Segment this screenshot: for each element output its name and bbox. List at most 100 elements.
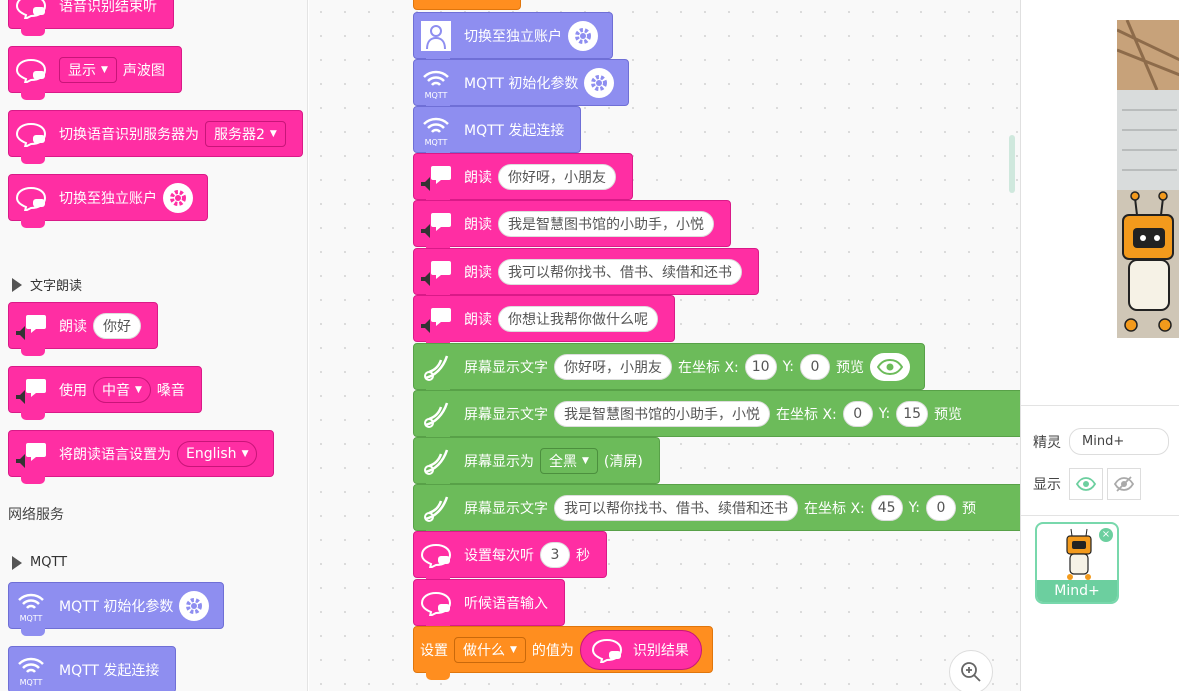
seconds-input[interactable]: 3 (540, 541, 570, 568)
block-label: 屏幕显示为 (464, 453, 534, 470)
block-label: 屏幕显示文字 (464, 359, 548, 376)
server-dropdown[interactable]: 服务器2 ▼ (205, 120, 286, 147)
block-set-variable[interactable]: 设置 做什么 ▼ 的值为 识别结果 (413, 626, 713, 680)
gear-icon[interactable] (163, 182, 193, 213)
category-tts[interactable]: 文字朗读 (12, 275, 82, 294)
block-label: MQTT 初始化参数 (464, 75, 579, 92)
preview-label: 预览 (836, 359, 865, 376)
block-label: 切换至独立账户 (464, 28, 562, 45)
palette-block-read[interactable]: 朗读 你好 (8, 302, 158, 356)
block-label: 切换语音识别服务器为 (59, 126, 199, 143)
eye-off-icon (1114, 476, 1134, 492)
gear-icon[interactable] (584, 67, 615, 98)
code-workspace[interactable]: 切换至独立账户 MQTT MQTT 初始化参数 MQTT MQTT 发起连接 朗… (309, 0, 1020, 691)
block-label: 识别结果 (632, 642, 689, 659)
y-input[interactable]: 0 (926, 494, 957, 521)
block-read-2[interactable]: 朗读 我是智慧图书馆的小助手，小悦 (413, 200, 731, 254)
block-screen-fill[interactable]: 屏幕显示为 全黑 ▼ (清屏) (413, 437, 660, 491)
chevron-down-icon: ▼ (269, 128, 277, 139)
block-label: 的值为 (531, 642, 574, 659)
speech-recognition-icon (9, 48, 53, 92)
gear-icon[interactable] (179, 590, 210, 621)
svg-text:MQTT: MQTT (425, 138, 448, 147)
block-read-3[interactable]: 朗读 我可以帮你找书、借书、续借和还书 (413, 248, 759, 302)
palette-block-mqtt-connect[interactable]: MQTT MQTT 发起连接 (8, 646, 177, 691)
speech-recognition-icon (9, 0, 53, 28)
expand-triangle-icon (12, 555, 22, 570)
sprite-name-input[interactable]: Mind+ (1069, 428, 1169, 455)
coord-x-label: 在坐标 X: (776, 406, 837, 423)
sprite-card-label: Mind+ (1037, 580, 1117, 602)
block-label: 将朗读语言设置为 (59, 446, 171, 463)
stage-panel: 精灵 Mind+ 显示 × Mind+ (1020, 0, 1179, 691)
y-input[interactable]: 15 (896, 400, 929, 427)
chevron-down-icon: ▼ (135, 384, 142, 395)
voice-dropdown[interactable]: 中音 ▼ (93, 376, 151, 403)
block-switch-account[interactable]: 切换至独立账户 (413, 12, 613, 66)
zoom-in-button[interactable] (949, 650, 993, 691)
block-screen-text-2[interactable]: 屏幕显示文字 我是智慧图书馆的小助手，小悦 在坐标 X: 0 Y: 15 预览 (413, 390, 1020, 444)
screen-text-input[interactable]: 我可以帮你找书、借书、续借和还书 (554, 494, 798, 521)
chevron-down-icon: ▼ (101, 64, 108, 75)
show-label: 显示 (1033, 477, 1061, 493)
block-mqtt-init[interactable]: MQTT MQTT 初始化参数 (413, 59, 630, 113)
eye-icon[interactable] (870, 352, 911, 381)
block-screen-text-3[interactable]: 屏幕显示文字 我可以帮你找书、借书、续借和还书 在坐标 X: 45 Y: 0 预 (413, 484, 1020, 538)
sprite-name-row: 精灵 Mind+ (1033, 428, 1169, 455)
read-text-input[interactable]: 你好呀，小朋友 (498, 163, 616, 190)
x-input[interactable]: 0 (842, 400, 873, 427)
fill-dropdown[interactable]: 全黑 ▼ (540, 447, 598, 474)
screen-text-input[interactable]: 你好呀，小朋友 (554, 353, 672, 380)
block-label: 朗读 (59, 318, 87, 335)
mqtt-icon: MQTT (414, 61, 458, 105)
block-label: 设置 (420, 642, 448, 659)
coord-y-label: Y: (908, 499, 921, 516)
svg-text:MQTT: MQTT (20, 678, 43, 687)
screen-text-input[interactable]: 我是智慧图书馆的小助手，小悦 (554, 400, 770, 427)
close-icon[interactable]: × (1099, 528, 1113, 542)
sprite-card[interactable]: × Mind+ (1035, 522, 1119, 604)
block-read-4[interactable]: 朗读 你想让我帮你做什么呢 (413, 295, 675, 349)
block-read-1[interactable]: 朗读 你好呀，小朋友 (413, 153, 633, 207)
language-dropdown[interactable]: English ▼ (177, 440, 258, 467)
category-mqtt[interactable]: MQTT (12, 555, 67, 570)
block-screen-text-1[interactable]: 屏幕显示文字 你好呀，小朋友 在坐标 X: 10 Y: 0 预览 (413, 343, 926, 397)
palette-block-show-waveform[interactable]: 显示 ▼ 声波图 (8, 46, 182, 100)
hat-block-cut[interactable] (413, 0, 521, 10)
svg-text:MQTT: MQTT (20, 614, 43, 623)
palette-block-use-voice[interactable]: 使用 中音 ▼ 嗓音 (8, 366, 202, 420)
read-text-input[interactable]: 我可以帮你找书、借书、续借和还书 (498, 258, 742, 285)
gear-icon[interactable] (568, 20, 598, 51)
account-icon (414, 14, 458, 58)
block-listen-each[interactable]: 设置每次听 3 秒 (413, 531, 607, 585)
palette-block-switch-account[interactable]: 切换至独立账户 (8, 174, 208, 228)
x-input[interactable]: 10 (744, 353, 777, 380)
block-label: 朗读 (464, 264, 492, 281)
screen-display-icon (414, 345, 458, 389)
block-label: 声波图 (122, 62, 165, 79)
palette-block-mqtt-init[interactable]: MQTT MQTT 初始化参数 (8, 582, 225, 636)
stage-canvas[interactable] (1117, 20, 1179, 338)
x-input[interactable]: 45 (870, 494, 903, 521)
block-listen-input[interactable]: 听候语音输入 (413, 579, 565, 633)
variable-dropdown[interactable]: 做什么 ▼ (454, 636, 526, 663)
y-input[interactable]: 0 (800, 353, 831, 380)
speech-recognition-icon (414, 581, 458, 625)
preview-label: 预 (962, 500, 977, 517)
workspace-scrollbar[interactable] (1009, 135, 1015, 193)
block-label: (清屏) (603, 453, 643, 470)
hide-eye-button[interactable] (1107, 468, 1141, 500)
block-label: 朗读 (464, 169, 492, 186)
speaker-bubble-icon (9, 304, 53, 348)
read-text-input[interactable]: 你想让我帮你做什么呢 (498, 305, 658, 332)
reporter-recognition-result[interactable]: 识别结果 (579, 629, 702, 670)
show-eye-button[interactable] (1069, 468, 1103, 500)
palette-block-set-language[interactable]: 将朗读语言设置为 English ▼ (8, 430, 275, 484)
show-dropdown[interactable]: 显示 ▼ (59, 56, 117, 83)
palette-block-stop-listen[interactable]: 语音识别结束听 (8, 0, 174, 36)
block-label: 屏幕显示文字 (464, 500, 548, 517)
palette-block-switch-server[interactable]: 切换语音识别服务器为 服务器2 ▼ (8, 110, 303, 164)
read-text-input[interactable]: 你好 (93, 312, 141, 339)
read-text-input[interactable]: 我是智慧图书馆的小助手，小悦 (498, 210, 714, 237)
block-mqtt-connect[interactable]: MQTT MQTT 发起连接 (413, 106, 582, 160)
